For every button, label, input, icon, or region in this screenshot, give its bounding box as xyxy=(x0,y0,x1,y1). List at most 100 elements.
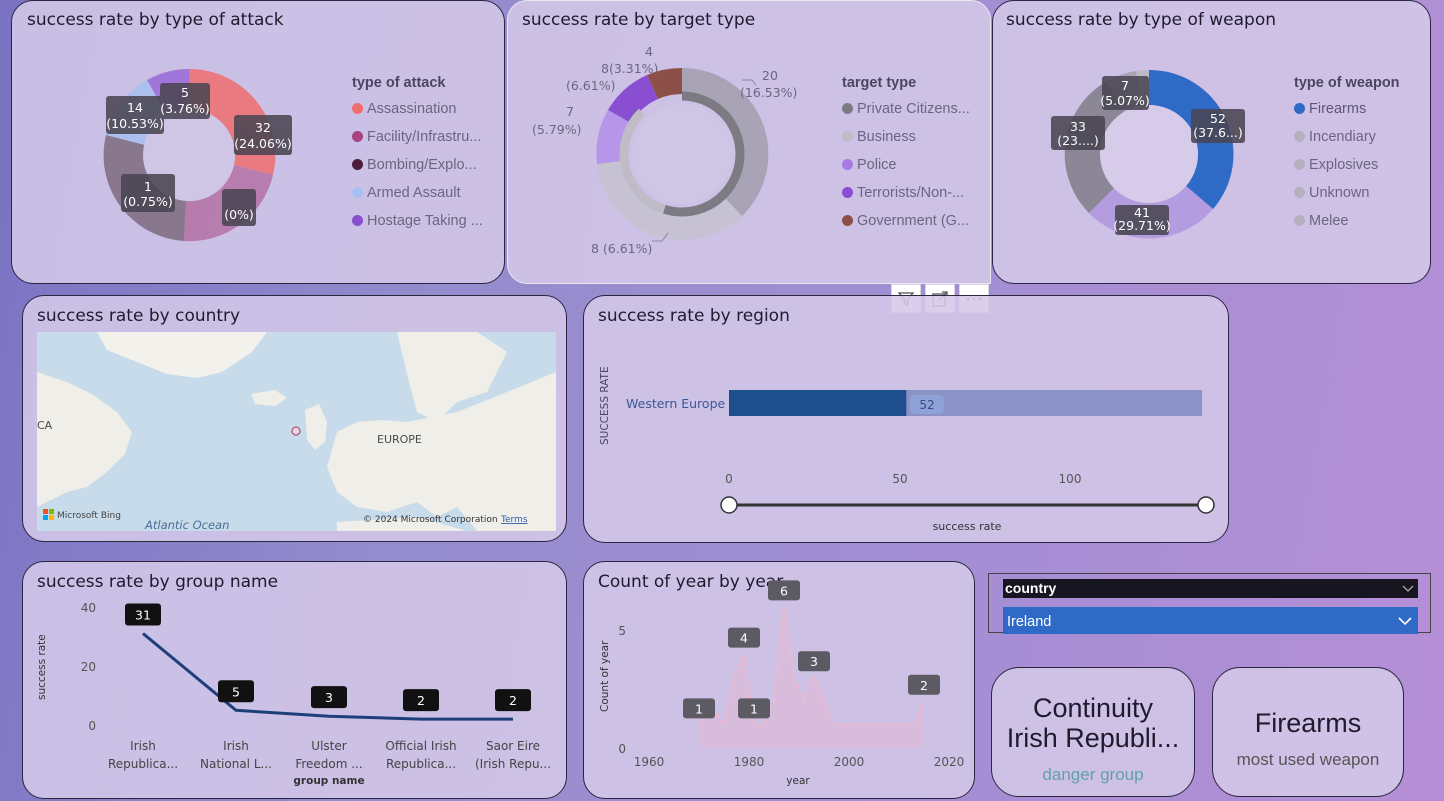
group-name-4b: Republica... xyxy=(386,757,456,771)
year-ylabel: Count of year xyxy=(599,640,611,712)
ireland-marker xyxy=(291,426,301,436)
year-xtick-1980: 1980 xyxy=(734,755,765,769)
attack-label-2b: (10.53%) xyxy=(106,116,163,131)
attack-label-4a: 1 xyxy=(144,179,152,194)
legend-dot-icon xyxy=(842,187,853,198)
attack-label-1b: (3.76%) xyxy=(160,101,209,116)
target-legend: target type Private Citizens... Business… xyxy=(842,75,970,235)
target-legend-item[interactable]: Terrorists/Non-... xyxy=(842,179,970,207)
weapon-legend-item[interactable]: Explosives xyxy=(1294,151,1400,179)
map-land-britain xyxy=(305,404,327,450)
attack-legend-item[interactable]: Bombing/Explo... xyxy=(352,151,483,179)
legend-dot-icon xyxy=(352,103,363,114)
group-name-5b: (Irish Repu... xyxy=(475,757,551,771)
year-xtick-2000: 2000 xyxy=(834,755,865,769)
attack-label-1a: 5 xyxy=(181,85,189,100)
map-land-greenland xyxy=(97,332,267,378)
danger-group-line2: Irish Republi... xyxy=(1006,723,1180,753)
most-used-weapon-label: most used weapon xyxy=(1236,750,1380,769)
group-ytick-0: 0 xyxy=(88,719,96,733)
target-label-7: (16.53%) xyxy=(740,85,797,100)
group-name-2b: National L... xyxy=(200,757,272,771)
group-name-1a: Irish xyxy=(130,739,156,753)
group-line-card: success rate by group name success rate … xyxy=(22,561,567,799)
group-ytick-20: 20 xyxy=(81,660,96,674)
attack-chart-card: success rate by type of attack 5 (3.76%)… xyxy=(11,0,505,284)
target-legend-title: target type xyxy=(842,75,917,91)
attack-legend-item[interactable]: Assassination xyxy=(352,95,483,123)
map-land-north-america xyxy=(37,372,132,507)
weapon-label-4b: (29.71%) xyxy=(1113,218,1170,233)
group-ylabel: success rate xyxy=(36,634,48,700)
group-data-label: 31 xyxy=(135,608,151,623)
legend-dot-icon xyxy=(842,159,853,170)
country-slicer-dropdown[interactable]: Ireland xyxy=(1003,607,1418,634)
year-area-chart[interactable]: Count of year 5 0 141632 1960 1980 2000 … xyxy=(584,562,975,799)
target-legend-item[interactable]: Government (G... xyxy=(842,207,970,235)
legend-dot-icon xyxy=(352,131,363,142)
target-legend-item[interactable]: Private Citizens... xyxy=(842,95,970,123)
year-ytick-0: 0 xyxy=(618,742,626,756)
region-tick-0: 0 xyxy=(725,472,733,486)
year-data-label: 1 xyxy=(695,701,703,716)
target-label-2: 8(3.31%) xyxy=(601,61,658,76)
region-bar-chart[interactable]: SUCCESS RATE Western Europe 52 0 50 100 … xyxy=(584,296,1229,543)
year-xlabel: year xyxy=(786,775,810,787)
region-bar-western-europe xyxy=(729,390,907,416)
attack-label-3a: 32 xyxy=(255,120,271,135)
legend-dot-icon xyxy=(352,159,363,170)
attack-legend-item[interactable]: Facility/Infrastru... xyxy=(352,123,483,151)
group-xlabel: group name xyxy=(293,775,364,787)
group-name-1b: Republica... xyxy=(108,757,178,771)
weapon-legend-item[interactable]: Incendiary xyxy=(1294,123,1400,151)
region-range-slider-min-handle[interactable] xyxy=(720,496,738,514)
map-copyright: © 2024 Microsoft Corporation xyxy=(363,515,498,525)
group-name-3b: Freedom ... xyxy=(295,757,362,771)
region-tick-100: 100 xyxy=(1059,472,1082,486)
weapon-legend-title: type of weapon xyxy=(1294,75,1400,91)
target-legend-item[interactable]: Police xyxy=(842,151,970,179)
legend-dot-icon xyxy=(352,215,363,226)
chevron-down-icon xyxy=(1398,617,1412,626)
weapon-label-3b: (37.6...) xyxy=(1193,125,1243,140)
target-label-6: 20 xyxy=(762,68,778,83)
group-name-5a: Saor Eire xyxy=(486,739,540,753)
map-land-iceland xyxy=(251,390,287,406)
map-label-atlantic: Atlantic Ocean xyxy=(144,518,229,531)
weapon-label-2b: (23....) xyxy=(1057,133,1099,148)
target-chart-card: success rate by target type 4 8(3.31%) (… xyxy=(507,0,991,284)
region-value-label: 52 xyxy=(919,398,934,412)
weapon-chart-card: success rate by type of weapon 7 (5.07%)… xyxy=(992,0,1431,284)
most-used-weapon-card: Firearms most used weapon xyxy=(1212,667,1404,797)
group-line-chart[interactable]: success rate 40 20 0 31 5 3 2 2 Irish Republ… xyxy=(23,562,567,799)
chevron-down-icon[interactable] xyxy=(1402,585,1414,593)
attack-legend-item[interactable]: Armed Assault xyxy=(352,179,483,207)
target-label-4: 7 xyxy=(566,104,574,119)
group-data-label: 3 xyxy=(325,690,333,705)
target-label-1: 4 xyxy=(645,44,653,59)
weapon-legend-item[interactable]: Melee xyxy=(1294,207,1400,235)
legend-dot-icon xyxy=(1294,159,1305,170)
weapon-legend-item[interactable]: Unknown xyxy=(1294,179,1400,207)
weapon-legend-item[interactable]: Firearms xyxy=(1294,95,1400,123)
year-xtick-2020: 2020 xyxy=(934,755,965,769)
weapon-label-3a: 52 xyxy=(1210,111,1226,126)
target-label-3: (6.61%) xyxy=(566,78,615,93)
target-label-8: 8 (6.61%) xyxy=(591,241,652,256)
map-terms-link: Terms xyxy=(500,515,528,525)
region-tick-50: 50 xyxy=(892,472,907,486)
target-label-5: (5.79%) xyxy=(532,122,581,137)
attack-legend-item[interactable]: Hostage Taking ... xyxy=(352,207,483,235)
bing-logo-icon xyxy=(43,509,54,520)
weapon-label-1b: (5.07%) xyxy=(1100,93,1149,108)
year-data-label: 2 xyxy=(920,678,928,693)
year-data-label: 6 xyxy=(780,583,788,598)
weapon-legend: type of weapon Firearms Incendiary Explo… xyxy=(1294,75,1400,235)
group-data-label: 5 xyxy=(232,684,240,699)
country-map[interactable]: EUROPE Atlantic Ocean CA Microsoft Bing … xyxy=(37,332,556,531)
region-range-slider-max-handle[interactable] xyxy=(1197,496,1215,514)
legend-dot-icon xyxy=(842,103,853,114)
target-legend-item[interactable]: Business xyxy=(842,123,970,151)
year-area-card: Count of year by year Count of year 5 0 … xyxy=(583,561,975,799)
attack-label-5b: (0%) xyxy=(224,207,254,222)
